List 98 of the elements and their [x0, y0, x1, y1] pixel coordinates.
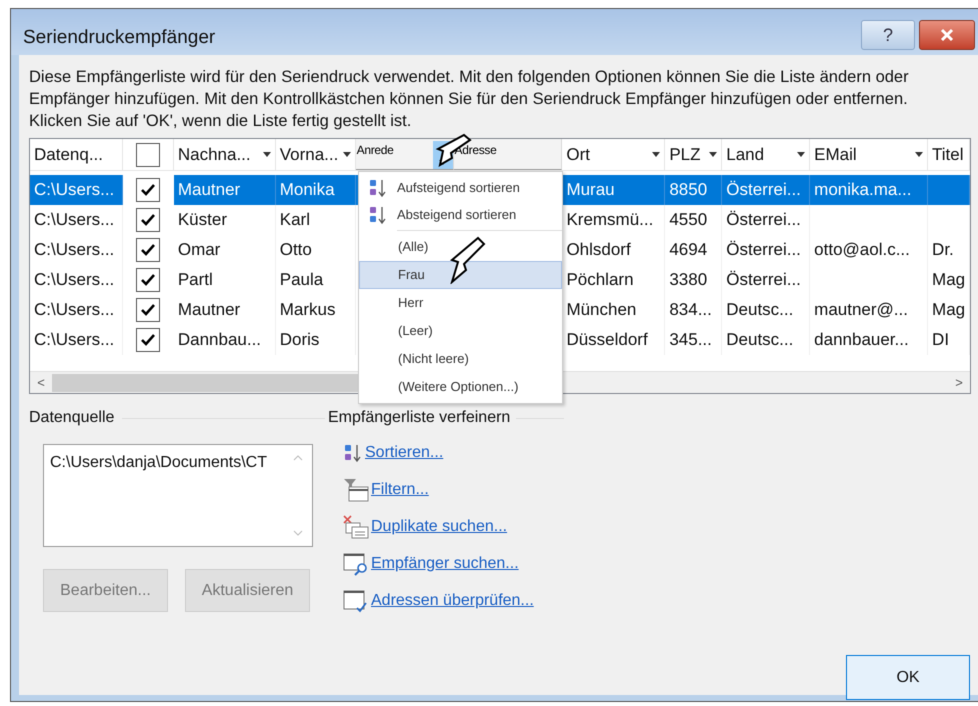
table-cell-text: otto@aol.c... [814, 239, 910, 262]
checkmark-icon [140, 333, 156, 347]
table-cell-text: Österrei... [726, 179, 801, 202]
table-cell-text: Dannbau... [178, 329, 262, 352]
table-cell-text: Omar [178, 239, 220, 262]
group-title: Empfängerliste verfeinern [328, 408, 510, 428]
scroll-up-icon [293, 455, 303, 461]
menu-item[interactable]: Frau [359, 261, 562, 289]
sort-ascending-icon [368, 178, 388, 198]
column-header[interactable]: Ort [562, 139, 666, 170]
column-header[interactable]: EMail [810, 139, 928, 170]
ok-button[interactable]: OK [846, 655, 970, 700]
menu-item[interactable]: (Alle) [359, 233, 562, 261]
table-cell-text: Österrei... [726, 269, 801, 292]
table-cell-text: C:\Users... [34, 179, 114, 202]
menu-item[interactable]: (Nicht leere) [359, 345, 562, 373]
checkbox[interactable] [136, 178, 160, 202]
table-cell-text: Mautner [178, 299, 240, 322]
checkmark-icon [140, 273, 156, 287]
help-button[interactable]: ? [861, 20, 915, 50]
table-cell-text: Österrei... [726, 209, 801, 232]
table-cell-text: Ohlsdorf [566, 239, 631, 262]
table-cell-text: 834... [669, 299, 712, 322]
menu-item[interactable]: Aufsteigend sortieren [359, 174, 562, 201]
validate-icon [343, 589, 369, 613]
table-cell-text: C:\Users... [34, 329, 114, 352]
find-icon [343, 552, 369, 576]
list-item[interactable]: C:\Users\danja\Documents\CT [50, 451, 284, 475]
refine-link[interactable]: Adressen überprüfen... [371, 589, 534, 613]
close-icon [940, 28, 954, 42]
table-cell-text: Murau [566, 179, 615, 202]
column-header[interactable]: Titel [928, 139, 970, 170]
checkmark-icon [140, 213, 156, 227]
table-cell-text: monika.ma... [814, 179, 912, 202]
table-cell-text: 4550 [669, 209, 708, 232]
column-header[interactable]: PLZ [665, 139, 722, 170]
table-cell-text: Mag [932, 299, 966, 322]
table-cell-text: Doris [280, 329, 320, 352]
table-cell-text: Österrei... [726, 239, 801, 262]
column-header[interactable]: Land [722, 139, 810, 170]
scroll-down-icon [293, 530, 303, 536]
checkmark-icon [140, 243, 156, 257]
description-text: Diese Empfängerliste wird für den Seriendruck verwendet. Mit den folgenden Optionen können Sie die Liste ändern oder Empfänger hinzufügen. Mit den Kontrollkästchen können Sie für den Seriendruck Empfänger hinzufügen oder entfernen. Klicken Sie auf 'OK', wenn die Liste fertig gestellt ist. [29, 67, 910, 132]
column-header[interactable]: Datenq... [30, 139, 123, 170]
column-header[interactable]: Anrede [356, 139, 454, 170]
refine-link[interactable]: Sortieren... [365, 441, 444, 465]
table-cell-text: Otto [280, 239, 312, 262]
table-cell-text: Düsseldorf [566, 329, 648, 352]
filter-icon [343, 478, 369, 502]
table-cell-text: Mag [932, 269, 966, 292]
checkbox[interactable] [136, 142, 160, 166]
sort-descending-icon [368, 204, 388, 224]
scroll-left-button[interactable]: < [30, 372, 52, 393]
refine-link[interactable]: Duplikate suchen... [371, 515, 508, 539]
table-cell-text: mautner@... [814, 299, 908, 322]
table-cell-text: Dr. [932, 239, 954, 262]
table-cell-text: 3380 [669, 269, 708, 292]
checkbox[interactable] [136, 298, 160, 322]
menu-item[interactable]: (Weitere Optionen...) [359, 373, 562, 401]
menu-item[interactable]: (Leer) [359, 317, 562, 345]
table-cell-text: Mautner [178, 179, 240, 202]
table-cell-text: C:\Users... [34, 239, 114, 262]
table-cell-text: DI [932, 329, 950, 352]
table-cell-text: 8850 [669, 179, 708, 202]
table-cell-text: 345... [669, 329, 712, 352]
table-cell-text: C:\Users... [34, 269, 114, 292]
duplicates-icon [343, 515, 369, 539]
close-button[interactable] [919, 20, 975, 50]
checkmark-icon [140, 303, 156, 317]
window-title: Seriendruckempfänger [23, 26, 216, 50]
checkmark-icon [140, 183, 156, 197]
scroll-right-button[interactable]: > [948, 372, 970, 393]
menu-item[interactable]: Herr [359, 289, 562, 317]
table-cell-text: C:\Users... [34, 299, 114, 322]
table-cell-text: Deutsc... [726, 299, 794, 322]
table-cell-text: dannbauer... [814, 329, 909, 352]
checkbox[interactable] [136, 208, 160, 232]
sort-icon [343, 443, 363, 463]
table-cell-text: Pöchlarn [566, 269, 634, 292]
table-cell-text: Partl [178, 269, 213, 292]
refine-link[interactable]: Empfänger suchen... [371, 552, 519, 576]
column-header[interactable]: Nachna... [174, 139, 276, 170]
table-cell-text: Kremsmü... [566, 209, 654, 232]
table-cell-text: Markus [280, 299, 336, 322]
table-cell-text: Küster [178, 209, 227, 232]
table-cell-text: C:\Users... [34, 209, 114, 232]
checkbox[interactable] [136, 238, 160, 262]
table-cell-text: 4694 [669, 239, 708, 262]
refine-link[interactable]: Filtern... [371, 478, 429, 502]
data-source-list[interactable]: C:\Users\danja\Documents\CT [43, 444, 313, 547]
table-cell-text: Paula [280, 269, 324, 292]
table-cell-text: Monika [280, 179, 335, 202]
checkbox[interactable] [136, 328, 160, 352]
table-cell-text: Deutsc... [726, 329, 794, 352]
checkbox[interactable] [136, 268, 160, 292]
table-cell-text: Karl [280, 209, 310, 232]
table-cell-text: München [566, 299, 636, 322]
group-title: Datenquelle [29, 408, 114, 428]
